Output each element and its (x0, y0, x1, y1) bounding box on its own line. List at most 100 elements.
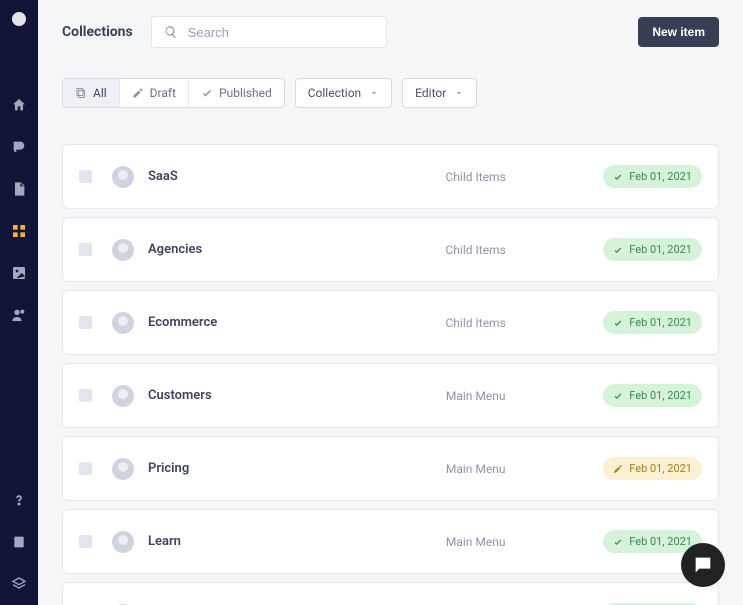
chat-icon (692, 554, 714, 576)
row-checkbox[interactable] (79, 316, 92, 329)
filter-all-label: All (93, 86, 107, 100)
row-name: Agencies (148, 242, 348, 257)
filter-draft[interactable]: Draft (120, 79, 189, 107)
row-category-wrap: Main Menu (348, 389, 603, 403)
table-row[interactable]: SaaSChild Items Feb 01, 2021 (62, 144, 719, 209)
topbar: Collections New item (62, 16, 719, 48)
sidebar-item-blog[interactable] (0, 126, 38, 168)
sidebar-item-users[interactable] (0, 294, 38, 336)
blog-icon (11, 139, 27, 155)
row-name: SaaS (148, 169, 348, 184)
table-row[interactable]: Agencies Child Items Feb 01, 2021 (62, 217, 719, 282)
sidebar-item-stack[interactable] (0, 563, 38, 605)
sidebar-item-home[interactable] (0, 84, 38, 126)
row-checkbox[interactable] (79, 535, 92, 548)
sidebar-item-media[interactable] (0, 252, 38, 294)
editor-dropdown-label: Editor (415, 86, 446, 100)
status-badge: Feb 01, 2021 (603, 457, 702, 480)
search-field[interactable] (151, 16, 387, 48)
check-icon (613, 245, 623, 255)
row-category: Main Menu (446, 462, 506, 476)
layers-icon (11, 576, 27, 592)
row-checkbox[interactable] (79, 170, 92, 183)
row-category-wrap: Child Items (348, 316, 603, 330)
status-badge: Feb 01, 2021 (603, 311, 702, 334)
status-date: Feb 01, 2021 (629, 316, 692, 329)
row-category: Child Items (446, 316, 506, 330)
filter-published[interactable]: Published (189, 79, 284, 107)
row-status: Feb 01, 2021 (603, 238, 702, 261)
table-row[interactable]: FeaturesMain MenuFeb 01, 2021 (62, 582, 719, 605)
page-icon (11, 181, 27, 197)
check-icon (201, 87, 213, 99)
grid-icon (11, 223, 27, 239)
row-category-wrap: Main Menu (348, 535, 603, 549)
row-category: Main Menu (446, 535, 506, 549)
check-icon (613, 537, 623, 547)
table-row[interactable]: PricingMain MenuFeb 01, 2021 (62, 436, 719, 501)
table-row[interactable]: Learn Main Menu Feb 01, 2021 (62, 509, 719, 574)
table-row[interactable]: Customers Main Menu Feb 01, 2021 (62, 363, 719, 428)
table-row[interactable]: Ecommerce Child Items Feb 01, 2021 (62, 290, 719, 355)
row-name: Learn (148, 534, 348, 549)
status-date: Feb 01, 2021 (629, 170, 692, 183)
help-icon (11, 492, 27, 508)
status-date: Feb 01, 2021 (629, 535, 692, 548)
sidebar-nav (0, 0, 38, 605)
row-status: Feb 01, 2021 (603, 384, 702, 407)
row-status: Feb 01, 2021 (603, 457, 702, 480)
row-checkbox[interactable] (79, 389, 92, 402)
filter-published-label: Published (219, 86, 272, 100)
status-date: Feb 01, 2021 (629, 243, 692, 256)
filter-draft-label: Draft (150, 86, 176, 100)
row-category-wrap: Child Items (348, 170, 603, 184)
filter-all[interactable]: All (63, 79, 120, 107)
page-title: Collections (62, 24, 133, 40)
sidebar-item-page[interactable] (0, 168, 38, 210)
row-category: Child Items (446, 243, 506, 257)
copy-icon (75, 87, 87, 99)
user-avatar[interactable] (12, 12, 26, 26)
new-item-button[interactable]: New item (638, 17, 719, 47)
row-status: Feb 01, 2021 (603, 165, 702, 188)
pencil-icon (613, 464, 623, 474)
check-icon (613, 391, 623, 401)
row-checkbox[interactable] (79, 462, 92, 475)
chat-fab[interactable] (681, 543, 725, 587)
image-icon (11, 265, 27, 281)
author-avatar (112, 239, 134, 261)
row-checkbox[interactable] (79, 243, 92, 256)
row-name: Customers (148, 388, 348, 403)
check-icon (613, 172, 623, 182)
status-date: Feb 01, 2021 (629, 389, 692, 402)
row-status: Feb 01, 2021 (603, 311, 702, 334)
author-avatar (112, 531, 134, 553)
search-icon (164, 25, 178, 39)
sidebar-item-collections[interactable] (0, 210, 38, 252)
author-avatar (112, 166, 134, 188)
author-avatar (112, 458, 134, 480)
sidebar-item-docs[interactable] (0, 521, 38, 563)
sidebar-item-help[interactable] (0, 479, 38, 521)
chevron-down-icon (369, 88, 379, 98)
status-date: Feb 01, 2021 (629, 462, 692, 475)
status-filter-segment: All Draft Published (62, 78, 285, 108)
users-icon (11, 307, 27, 323)
home-icon (11, 97, 27, 113)
collection-dropdown-label: Collection (308, 86, 361, 100)
author-avatar (112, 312, 134, 334)
row-name: Ecommerce (148, 315, 348, 330)
status-badge: Feb 01, 2021 (603, 238, 702, 261)
row-category: Main Menu (446, 389, 506, 403)
main-content: Collections New item All Draft Published… (38, 0, 743, 605)
row-category-wrap: Child Items (348, 243, 603, 257)
search-input[interactable] (188, 25, 374, 40)
toolbar: All Draft Published Collection Editor (62, 78, 719, 108)
row-category-wrap: Main Menu (348, 462, 603, 476)
collection-list: SaaSChild ItemsFeb 01, 2021AgenciesChild… (62, 144, 719, 605)
pencil-icon (132, 87, 144, 99)
collection-dropdown[interactable]: Collection (295, 78, 392, 108)
book-icon (11, 534, 27, 550)
author-avatar (112, 385, 134, 407)
editor-dropdown[interactable]: Editor (402, 78, 477, 108)
